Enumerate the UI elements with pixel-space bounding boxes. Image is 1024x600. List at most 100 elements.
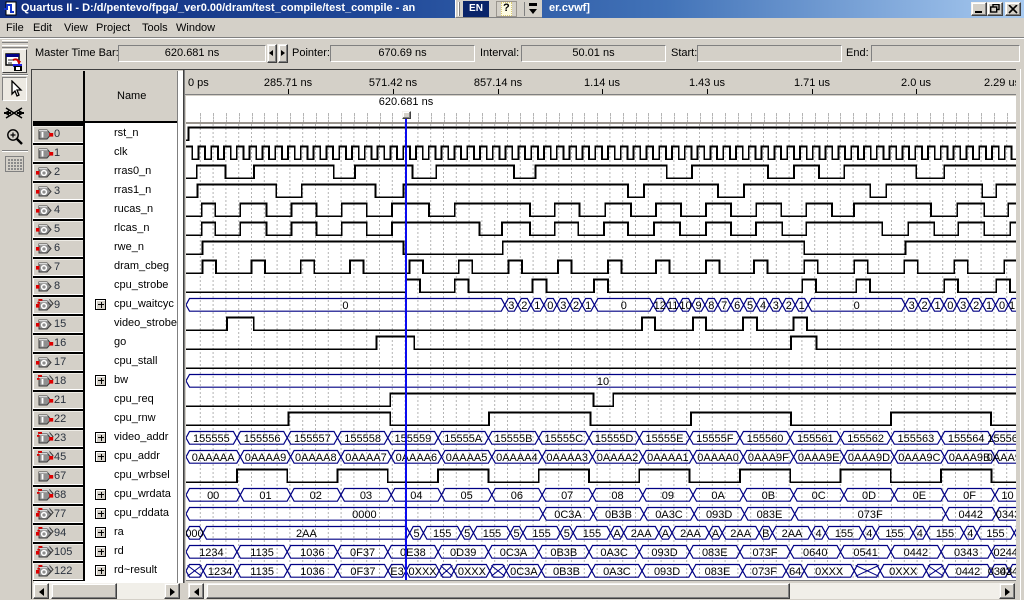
svg-text:093D: 093D	[651, 547, 677, 559]
svg-text:0442: 0442	[904, 547, 928, 559]
svg-text:0C: 0C	[812, 490, 826, 502]
svg-text:083E: 083E	[705, 566, 731, 578]
svg-text:073F: 073F	[858, 509, 883, 521]
svg-text:0C3A: 0C3A	[510, 566, 538, 578]
svg-text:2AA: 2AA	[680, 528, 701, 540]
svg-text:0AAAA5: 0AAAA5	[446, 452, 488, 464]
svg-text:2AA: 2AA	[730, 528, 751, 540]
svg-text:0C3A: 0C3A	[554, 509, 582, 521]
svg-text:0AAAA6: 0AAAA6	[396, 452, 438, 464]
svg-text:08: 08	[611, 490, 623, 502]
svg-text:073F: 073F	[752, 566, 777, 578]
svg-text:155564: 155564	[948, 433, 985, 445]
svg-text:0F37: 0F37	[350, 566, 375, 578]
svg-text:2: 2	[521, 300, 527, 312]
svg-text:1: 1	[534, 300, 540, 312]
svg-text:0B3B: 0B3B	[605, 509, 632, 521]
svg-text:3: 3	[560, 300, 566, 312]
svg-text:2: 2	[786, 300, 792, 312]
svg-text:12: 12	[654, 300, 666, 312]
svg-text:0: 0	[947, 300, 953, 312]
svg-text:5: 5	[514, 528, 520, 540]
svg-text:05: 05	[460, 490, 472, 502]
svg-text:0XXX: 0XXX	[458, 566, 487, 578]
svg-text:15555D: 15555D	[595, 433, 634, 445]
svg-text:4: 4	[967, 528, 973, 540]
svg-text:1: 1	[799, 300, 805, 312]
svg-text:1036: 1036	[300, 547, 324, 559]
svg-text:155: 155	[583, 528, 601, 540]
svg-text:0640: 0640	[803, 547, 827, 559]
svg-text:0AAAA9: 0AAAA9	[245, 452, 287, 464]
svg-text:15555B: 15555B	[495, 433, 533, 445]
svg-text:0343: 0343	[954, 547, 978, 559]
svg-text:07: 07	[561, 490, 573, 502]
svg-text:155563: 155563	[898, 433, 935, 445]
svg-text:0AAAA3: 0AAAA3	[546, 452, 588, 464]
svg-text:0244: 0244	[993, 547, 1016, 559]
svg-text:3: 3	[960, 300, 966, 312]
svg-text:4: 4	[760, 300, 766, 312]
svg-text:0: 0	[999, 300, 1005, 312]
svg-text:1: 1	[585, 300, 591, 312]
svg-text:03: 03	[360, 490, 372, 502]
svg-text:0244: 0244	[1000, 566, 1016, 578]
svg-text:06: 06	[511, 490, 523, 502]
svg-text:7: 7	[721, 300, 727, 312]
svg-text:0B: 0B	[762, 490, 775, 502]
svg-text:0: 0	[854, 300, 860, 312]
svg-text:A: A	[712, 528, 720, 540]
svg-text:0AAA9D: 0AAA9D	[848, 452, 890, 464]
svg-text:15555A: 15555A	[444, 433, 483, 445]
svg-text:B: B	[762, 528, 769, 540]
svg-text:0343: 0343	[996, 509, 1016, 521]
svg-text:0: 0	[621, 300, 627, 312]
svg-text:0D: 0D	[862, 490, 876, 502]
svg-text:5: 5	[747, 300, 753, 312]
svg-text:093D: 093D	[706, 509, 732, 521]
svg-text:5: 5	[464, 528, 470, 540]
svg-text:2: 2	[921, 300, 927, 312]
svg-text:11: 11	[667, 300, 678, 312]
svg-text:083E: 083E	[702, 547, 728, 559]
svg-text:155: 155	[532, 528, 550, 540]
svg-text:3: 3	[508, 300, 514, 312]
svg-text:E3: E3	[390, 566, 403, 578]
svg-text:4: 4	[815, 528, 821, 540]
svg-text:155: 155	[986, 528, 1004, 540]
svg-text:0A: 0A	[711, 490, 725, 502]
svg-text:155: 155	[885, 528, 903, 540]
svg-text:5: 5	[564, 528, 570, 540]
svg-text:155560: 155560	[747, 433, 784, 445]
svg-text:3: 3	[909, 300, 915, 312]
svg-text:0F37: 0F37	[350, 547, 375, 559]
svg-text:0XXX: 0XXX	[409, 566, 438, 578]
svg-text:0442: 0442	[959, 509, 983, 521]
svg-text:0AAAAA: 0AAAAA	[192, 452, 235, 464]
svg-text:155561: 155561	[797, 433, 834, 445]
svg-text:0AAA9C: 0AAA9C	[898, 452, 940, 464]
svg-text:A: A	[613, 528, 621, 540]
svg-text:1: 1	[934, 300, 940, 312]
svg-text:0AAAA2: 0AAAA2	[597, 452, 639, 464]
svg-text:0D39: 0D39	[450, 547, 476, 559]
svg-text:0000: 0000	[352, 509, 376, 521]
svg-text:155558: 155558	[344, 433, 381, 445]
svg-text:155559: 155559	[395, 433, 432, 445]
svg-text:01: 01	[259, 490, 271, 502]
svg-text:0A3C: 0A3C	[603, 566, 631, 578]
svg-text:1135: 1135	[250, 547, 274, 559]
svg-text:15555C: 15555C	[545, 433, 584, 445]
svg-text:04: 04	[410, 490, 422, 502]
svg-text:0: 0	[547, 300, 553, 312]
svg-text:9: 9	[695, 300, 701, 312]
svg-text:0A3C: 0A3C	[655, 509, 683, 521]
svg-text:155: 155	[433, 528, 451, 540]
svg-text:09: 09	[662, 490, 674, 502]
svg-text:155557: 155557	[294, 433, 331, 445]
svg-text:155565: 155565	[987, 433, 1016, 445]
svg-text:0B3B: 0B3B	[550, 547, 577, 559]
svg-text:1135: 1135	[250, 566, 274, 578]
svg-text:0AAAA1: 0AAAA1	[647, 452, 689, 464]
svg-text:02: 02	[310, 490, 322, 502]
